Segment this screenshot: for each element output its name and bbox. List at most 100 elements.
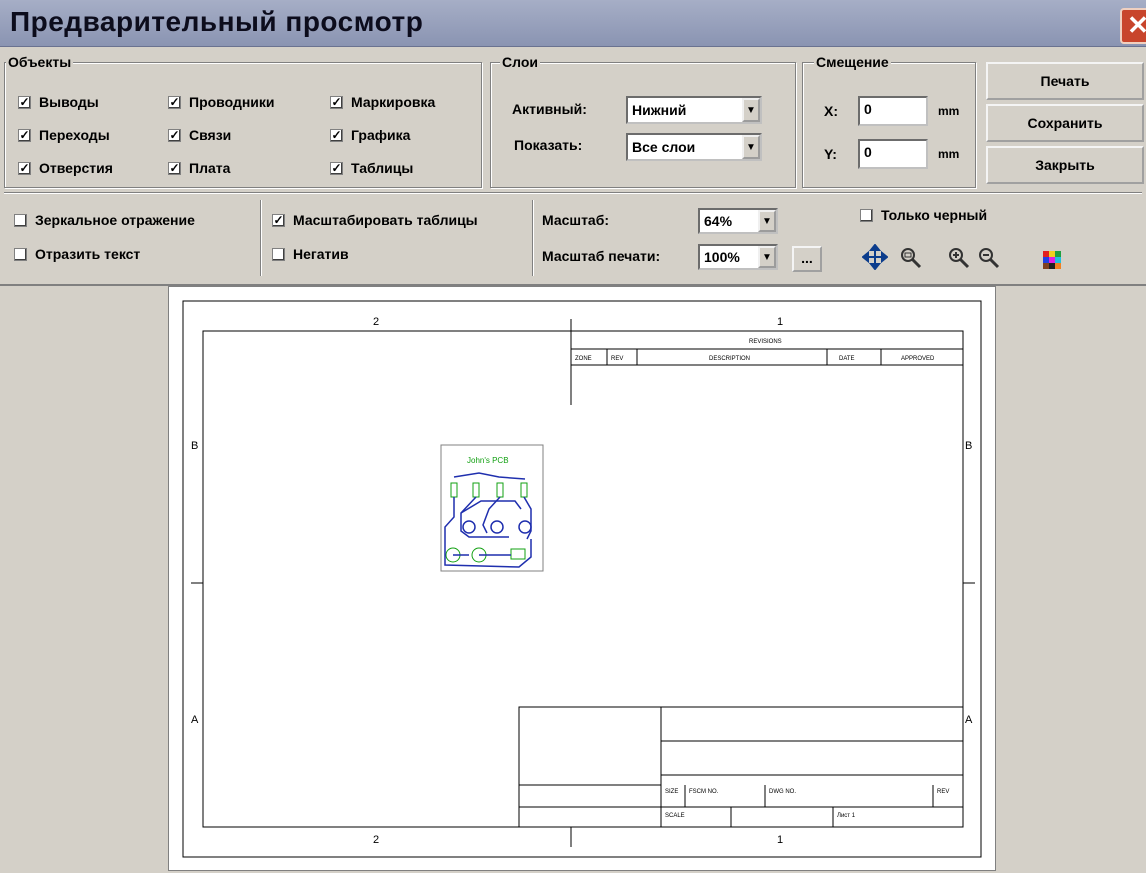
print-scale-more-button[interactable]: ... (792, 246, 822, 272)
layers-group-label: Слои (500, 54, 540, 70)
options-separator (260, 200, 261, 276)
mirror-text-checkbox[interactable]: Отразить текст (14, 246, 140, 262)
close-button[interactable]: Закрыть (986, 146, 1144, 184)
object-checkbox-label: Проводники (189, 94, 275, 110)
checkbox-box: ✓ (330, 160, 343, 175)
checkbox-box: ✓ (330, 94, 343, 109)
object-checkbox[interactable]: ✓ Таблицы (330, 160, 413, 176)
chevron-down-icon[interactable]: ▼ (742, 98, 760, 122)
active-layer-value: Нижний (632, 102, 687, 118)
negative-label: Негатив (293, 246, 349, 262)
options-divider (4, 192, 1142, 193)
chevron-down-icon[interactable]: ▼ (758, 210, 776, 232)
object-checkbox-label: Отверстия (39, 160, 113, 176)
active-layer-label: Активный: (512, 101, 587, 117)
object-checkbox-label: Связи (189, 127, 232, 143)
checkbox-box: ✓ (18, 127, 31, 142)
checkbox-box (272, 247, 285, 261)
object-checkbox-label: Маркировка (351, 94, 436, 110)
checkbox-box: ✓ (330, 127, 343, 142)
options-separator (532, 200, 533, 276)
title-block-size: SIZE (665, 789, 678, 795)
zoom-in-icon[interactable] (946, 246, 972, 272)
zone-label: 2 (373, 316, 379, 328)
object-checkbox[interactable]: ✓ Проводники (168, 94, 275, 110)
active-layer-select[interactable]: Нижний ▼ (626, 96, 762, 124)
checkbox-box (14, 213, 27, 227)
zoom-out-icon[interactable] (976, 246, 1002, 272)
object-checkbox[interactable]: ✓ Переходы (18, 127, 110, 143)
row-label: B (965, 440, 972, 452)
checkbox-box: ✓ (18, 160, 31, 175)
revisions-title: REVISIONS (749, 339, 782, 345)
title-block-fscm: FSCM NO. (689, 789, 719, 795)
window-title: Предварительный просмотр (10, 6, 424, 37)
objects-group-label: Объекты (6, 54, 74, 70)
close-window-button[interactable]: ✕ (1120, 8, 1146, 44)
print-button[interactable]: Печать (986, 62, 1144, 100)
rev-col-rev: REV (611, 356, 623, 362)
offset-y-unit: mm (938, 147, 960, 161)
layers-group (490, 62, 796, 188)
object-checkbox[interactable]: ✓ Отверстия (18, 160, 113, 176)
offset-x-label: X: (824, 103, 838, 119)
preview-paper: 2 1 2 1 B B A A REVISIONS ZONE REV DESCR… (168, 286, 996, 871)
offset-x-input[interactable]: 0 (858, 96, 928, 126)
offset-group-label: Смещение (814, 54, 891, 70)
offset-y-input[interactable]: 0 (858, 139, 928, 169)
scale-value: 64% (704, 213, 733, 229)
title-block-dwg: DWG NO. (769, 789, 796, 795)
offset-x-unit: mm (938, 104, 960, 118)
scale-select[interactable]: 64% ▼ (698, 208, 778, 234)
scale-tables-checkbox[interactable]: ✓ Масштабировать таблицы (272, 212, 478, 228)
black-only-label: Только черный (881, 207, 988, 223)
show-layers-value: Все слои (632, 139, 696, 155)
offset-y-label: Y: (824, 146, 837, 162)
checkbox-box: ✓ (272, 212, 285, 227)
move-icon[interactable] (861, 243, 889, 272)
rev-col-approved: APPROVED (901, 356, 935, 362)
object-checkbox-label: Графика (351, 127, 411, 143)
object-checkbox[interactable]: ✓ Маркировка (330, 94, 435, 110)
show-layers-select[interactable]: Все слои ▼ (626, 133, 762, 161)
black-only-checkbox[interactable]: Только черный (860, 207, 987, 223)
pcb-title: John's PCB (467, 456, 509, 465)
mirror-text-label: Отразить текст (35, 246, 141, 262)
object-checkbox[interactable]: ✓ Выводы (18, 94, 99, 110)
object-checkbox-label: Выводы (39, 94, 99, 110)
title-block-scale: SCALE (665, 813, 685, 819)
scale-tables-label: Масштабировать таблицы (293, 212, 478, 228)
color-palette-icon[interactable] (1042, 249, 1062, 269)
save-button[interactable]: Сохранить (986, 104, 1144, 142)
row-label: A (965, 714, 973, 726)
object-checkbox[interactable]: ✓ Связи (168, 127, 231, 143)
title-block-sheet: Лист 1 (837, 813, 856, 819)
rev-col-description: DESCRIPTION (709, 356, 750, 362)
checkbox-box: ✓ (168, 94, 181, 109)
mirror-checkbox[interactable]: Зеркальное отражение (14, 212, 195, 228)
checkbox-box: ✓ (18, 94, 31, 109)
rev-col-date: DATE (839, 356, 855, 362)
checkbox-box: ✓ (168, 160, 181, 175)
object-checkbox[interactable]: ✓ Плата (168, 160, 230, 176)
drawing-sheet: 2 1 2 1 B B A A REVISIONS ZONE REV DESCR… (182, 300, 982, 858)
object-checkbox[interactable]: ✓ Графика (330, 127, 410, 143)
mirror-label: Зеркальное отражение (35, 212, 195, 228)
row-label: B (191, 440, 198, 452)
checkbox-box (860, 208, 873, 222)
chevron-down-icon[interactable]: ▼ (742, 135, 760, 159)
print-scale-select[interactable]: 100% ▼ (698, 244, 778, 270)
negative-checkbox[interactable]: Негатив (272, 246, 349, 262)
show-layers-label: Показать: (514, 137, 583, 153)
checkbox-box (14, 247, 27, 261)
chevron-down-icon[interactable]: ▼ (758, 246, 776, 268)
print-scale-value: 100% (704, 249, 740, 265)
zoom-window-icon[interactable] (898, 246, 924, 272)
row-label: A (191, 714, 199, 726)
title-block-rev: REV (937, 789, 949, 795)
zone-label: 1 (777, 834, 783, 846)
object-checkbox-label: Таблицы (351, 160, 414, 176)
rev-col-zone: ZONE (575, 356, 592, 362)
checkbox-box: ✓ (168, 127, 181, 142)
zone-label: 1 (777, 316, 783, 328)
